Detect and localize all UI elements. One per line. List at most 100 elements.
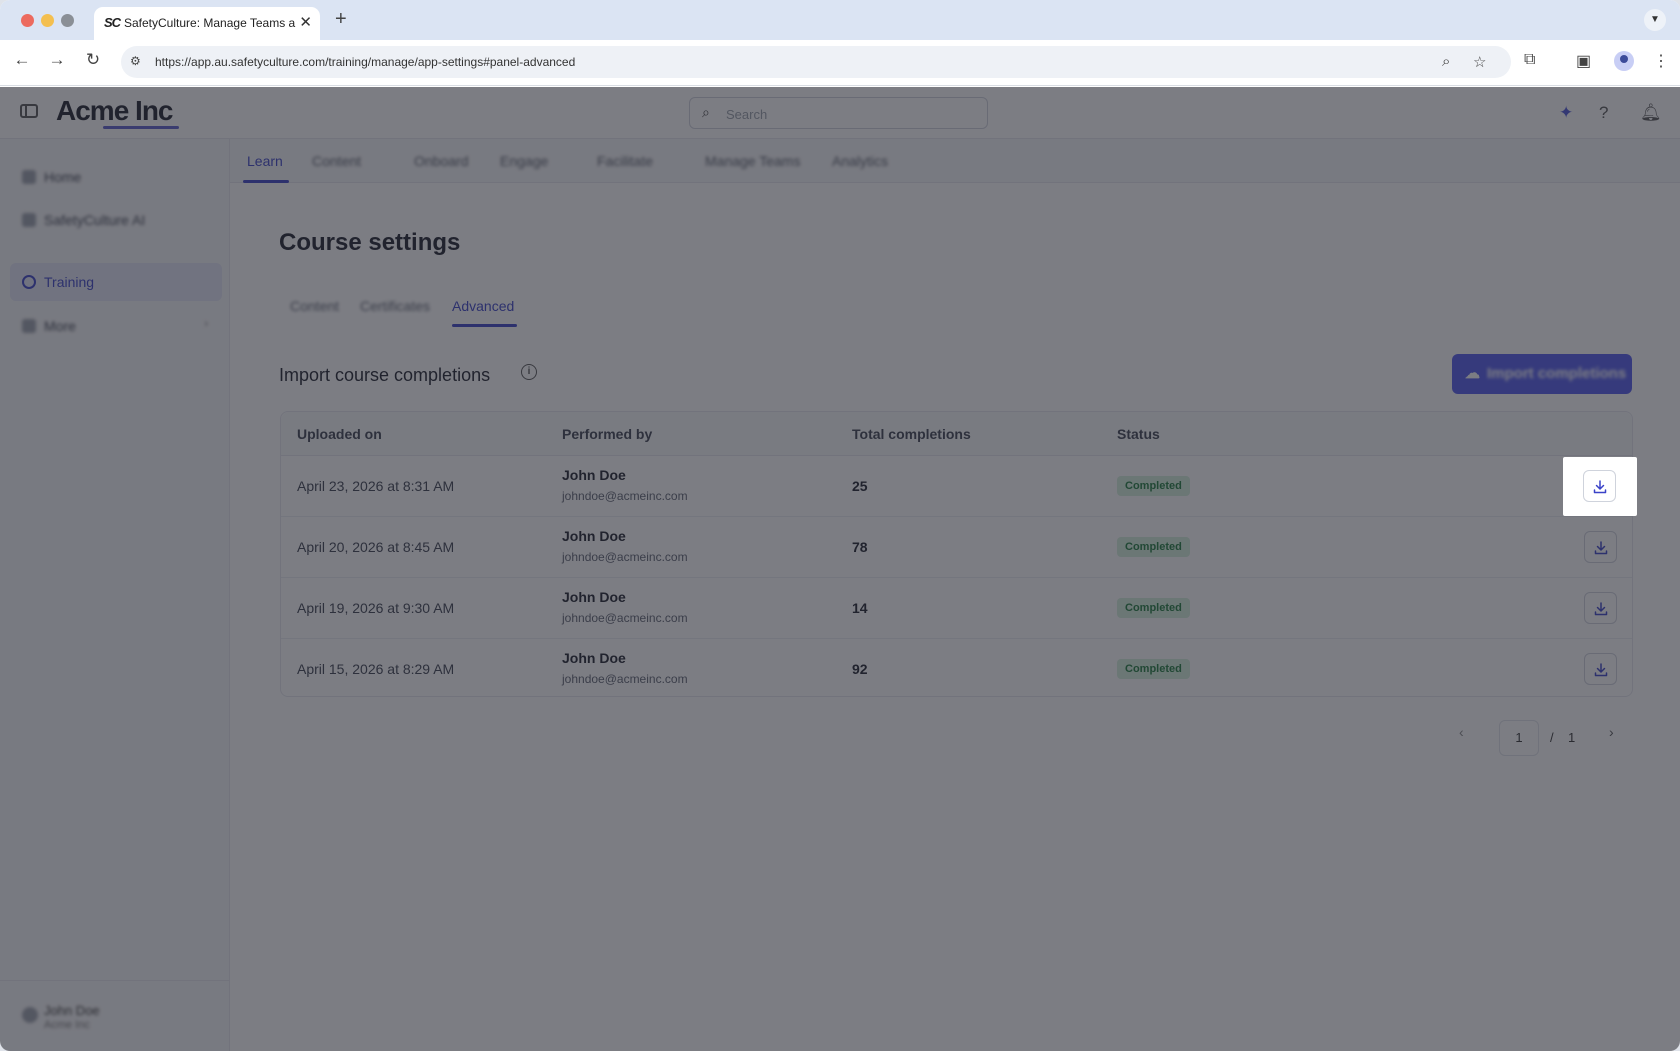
uploaded-date: April 19, 2026 at 9:30 AM bbox=[297, 600, 455, 616]
chevron-left-icon[interactable]: ‹ bbox=[1459, 724, 1464, 740]
uploaded-date: April 15, 2026 at 8:29 AM bbox=[297, 661, 455, 677]
browser-toolbar: ← → ↻ ⚙ https://app.au.safetyculture.com… bbox=[0, 40, 1680, 86]
highlight-spotlight bbox=[1563, 457, 1637, 516]
download-icon bbox=[1594, 602, 1608, 616]
reload-icon[interactable]: ↻ bbox=[81, 50, 105, 70]
table-row: April 19, 2026 at 9:30 AM John Doe johnd… bbox=[281, 578, 1632, 639]
performer-name: John Doe bbox=[562, 589, 626, 605]
subtab-certificates[interactable]: Certificates bbox=[360, 298, 430, 314]
table-row: April 23, 2026 at 8:31 AM John Doe johnd… bbox=[281, 456, 1632, 517]
home-icon bbox=[22, 170, 36, 184]
active-subtab-indicator bbox=[452, 324, 517, 327]
column-header-status: Status bbox=[1117, 426, 1160, 442]
sidebar-item-training[interactable]: Training bbox=[10, 263, 222, 301]
download-button[interactable] bbox=[1584, 531, 1617, 563]
sidebar-item-home[interactable]: Home bbox=[10, 158, 222, 196]
page-title: Course settings bbox=[279, 229, 461, 256]
info-icon[interactable]: i bbox=[521, 364, 537, 380]
sidebar: Home SafetyCulture AI Training More › Jo… bbox=[0, 139, 230, 1051]
page-number-input[interactable]: 1 bbox=[1499, 720, 1539, 756]
sidebar-toggle-icon[interactable] bbox=[20, 104, 38, 118]
user-menu[interactable]: John Doe Acme Inc bbox=[10, 997, 222, 1037]
sidebar-item-more[interactable]: More › bbox=[10, 307, 222, 345]
status-badge: Completed bbox=[1117, 537, 1190, 557]
minimize-window-button[interactable] bbox=[41, 14, 54, 27]
column-header-uploaded-on: Uploaded on bbox=[297, 426, 382, 442]
status-badge: Completed bbox=[1117, 659, 1190, 679]
performer-name: John Doe bbox=[562, 650, 626, 666]
zoom-icon[interactable]: ⌕ bbox=[1442, 53, 1450, 70]
cloud-upload-icon: ☁ bbox=[1465, 365, 1480, 382]
notifications-bell-icon[interactable]: 🔔︎ bbox=[1640, 103, 1662, 123]
profile-avatar-icon[interactable] bbox=[1614, 51, 1634, 71]
browser-menu-kebab-icon[interactable]: ⋮ bbox=[1653, 51, 1669, 71]
app-root: Acme Inc ⌕ Search ✦ ? 🔔︎ Home SafetyCult… bbox=[0, 87, 1680, 1051]
completions-table: Uploaded on Performed by Total completio… bbox=[280, 411, 1633, 697]
performer-email: johndoe@acmeinc.com bbox=[562, 550, 688, 564]
uploaded-date: April 23, 2026 at 8:31 AM bbox=[297, 478, 455, 494]
tab-onboard[interactable]: Onboard bbox=[414, 153, 468, 169]
performer-email: johndoe@acmeinc.com bbox=[562, 489, 688, 503]
chevron-right-icon[interactable]: › bbox=[1609, 724, 1614, 740]
subtab-content[interactable]: Content bbox=[290, 298, 339, 314]
download-button[interactable] bbox=[1584, 653, 1617, 685]
table-row: April 15, 2026 at 8:29 AM John Doe johnd… bbox=[281, 639, 1632, 700]
tab-learn[interactable]: Learn bbox=[247, 153, 283, 169]
tab-close-icon[interactable]: ✕ bbox=[299, 13, 312, 31]
search-placeholder: Search bbox=[726, 107, 768, 122]
main-content: Learn Content Onboard Engage Facilitate … bbox=[230, 139, 1680, 1051]
help-icon[interactable]: ? bbox=[1599, 103, 1608, 123]
download-icon bbox=[1594, 663, 1608, 677]
close-window-button[interactable] bbox=[21, 14, 34, 27]
ai-sparkle-icon[interactable]: ✦ bbox=[1559, 103, 1573, 123]
performer-name: John Doe bbox=[562, 467, 626, 483]
tab-engage[interactable]: Engage bbox=[500, 153, 548, 169]
sidebar-item-label: Training bbox=[44, 274, 95, 290]
side-panel-icon[interactable]: ▣ bbox=[1576, 51, 1591, 71]
import-button-label: Import completions bbox=[1487, 365, 1627, 382]
browser-tab[interactable]: SC SafetyCulture: Manage Teams and... ✕ bbox=[94, 7, 320, 40]
page-separator: / bbox=[1550, 730, 1554, 745]
subtab-advanced[interactable]: Advanced bbox=[452, 298, 514, 314]
ai-icon bbox=[22, 213, 36, 227]
forward-arrow-icon[interactable]: → bbox=[45, 50, 69, 70]
download-button-highlighted[interactable] bbox=[1583, 470, 1616, 502]
extensions-puzzle-icon[interactable]: ⧉ bbox=[1524, 51, 1535, 69]
avatar bbox=[22, 1007, 38, 1023]
sidebar-item-safetyculture-ai[interactable]: SafetyCulture AI bbox=[10, 201, 222, 239]
app-header: Acme Inc ⌕ Search ✦ ? 🔔︎ bbox=[0, 87, 1680, 139]
browser-tab-bar: SC SafetyCulture: Manage Teams and... ✕ … bbox=[0, 0, 1680, 40]
training-icon bbox=[22, 275, 36, 289]
download-icon bbox=[1593, 480, 1607, 494]
column-header-total-completions: Total completions bbox=[852, 426, 971, 442]
training-top-nav: Learn Content Onboard Engage Facilitate … bbox=[230, 139, 1680, 183]
download-button[interactable] bbox=[1584, 592, 1617, 624]
tab-title: SafetyCulture: Manage Teams and... bbox=[124, 16, 296, 30]
company-logo: Acme Inc bbox=[56, 95, 173, 126]
site-settings-icon[interactable]: ⚙ bbox=[130, 54, 141, 68]
uploaded-date: April 20, 2026 at 8:45 AM bbox=[297, 539, 455, 555]
download-icon bbox=[1594, 541, 1608, 555]
safetyculture-favicon-icon: SC bbox=[104, 15, 121, 30]
tab-manage-teams[interactable]: Manage Teams bbox=[705, 153, 800, 169]
browser-window: SC SafetyCulture: Manage Teams and... ✕ … bbox=[0, 0, 1680, 1051]
total-completions: 25 bbox=[852, 478, 868, 494]
tab-facilitate[interactable]: Facilitate bbox=[597, 153, 653, 169]
url-text: https://app.au.safetyculture.com/trainin… bbox=[155, 55, 576, 69]
tab-search-chevron-icon[interactable]: ▼ bbox=[1644, 9, 1666, 31]
address-bar[interactable]: ⚙ https://app.au.safetyculture.com/train… bbox=[121, 46, 1511, 78]
bookmark-star-icon[interactable]: ☆ bbox=[1473, 53, 1486, 71]
total-completions: 78 bbox=[852, 539, 868, 555]
tab-analytics[interactable]: Analytics bbox=[832, 153, 888, 169]
performer-email: johndoe@acmeinc.com bbox=[562, 611, 688, 625]
import-completions-button[interactable]: ☁ Import completions bbox=[1452, 354, 1632, 394]
active-tab-indicator bbox=[243, 180, 289, 183]
performer-email: johndoe@acmeinc.com bbox=[562, 672, 688, 686]
search-input[interactable]: ⌕ Search bbox=[689, 97, 988, 129]
maximize-window-button[interactable] bbox=[61, 14, 74, 27]
page-total: 1 bbox=[1568, 730, 1576, 745]
back-arrow-icon[interactable]: ← bbox=[10, 50, 34, 70]
status-badge: Completed bbox=[1117, 598, 1190, 618]
tab-content[interactable]: Content bbox=[312, 153, 361, 169]
new-tab-button[interactable]: + bbox=[335, 8, 347, 31]
